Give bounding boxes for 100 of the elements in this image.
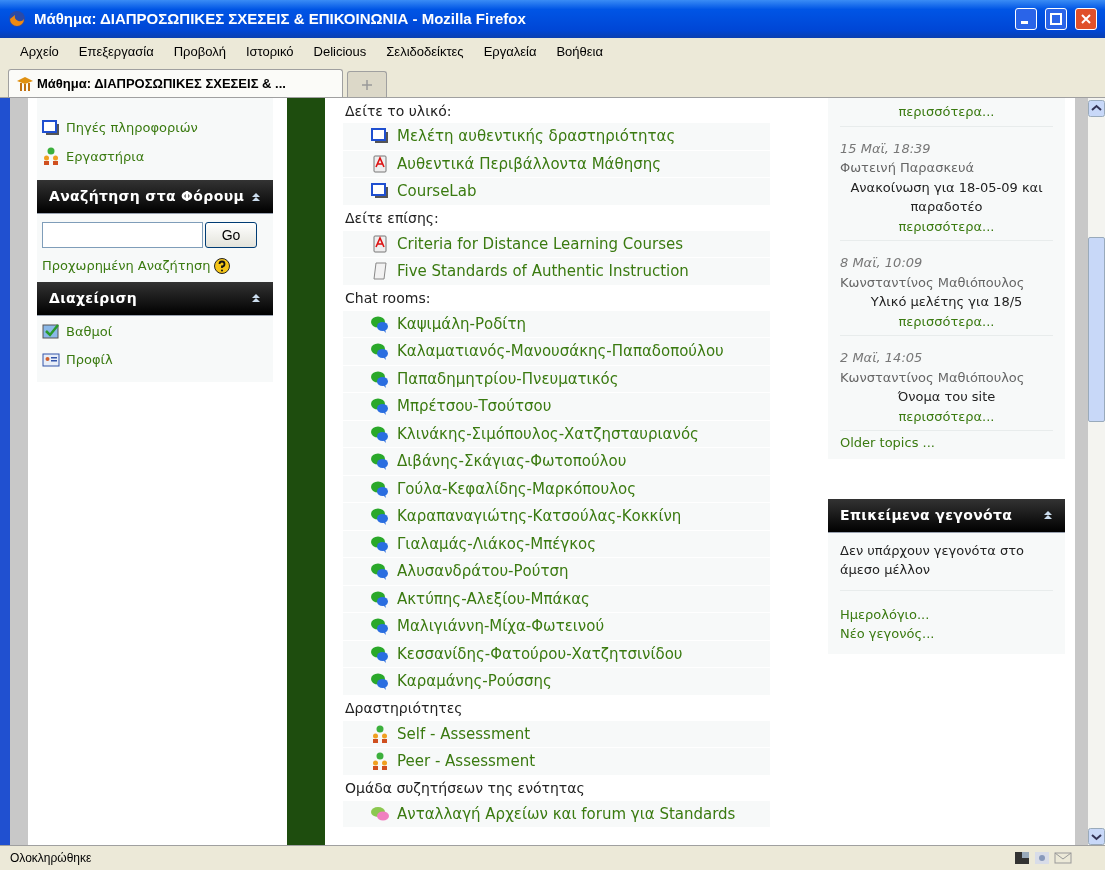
more-link[interactable]: περισσότερα... [898, 311, 995, 331]
menu-item[interactable]: Αρχείο [20, 42, 59, 62]
post-date: 8 Μαϊ, 10:09 [840, 254, 924, 272]
more-link[interactable]: περισσότερα... [898, 216, 995, 236]
activity-link[interactable]: Μαλιγιάννη-Μίχα-Φωτεινού [397, 615, 605, 638]
activity-link[interactable]: Self - Assessment [397, 722, 531, 745]
activity-link[interactable]: Μπρέτσου-Τσούτσου [397, 395, 552, 418]
people-icon [371, 752, 389, 771]
chat-bubbles-icon [371, 342, 389, 361]
search-field[interactable] [42, 222, 203, 248]
sidebar-link[interactable]: Βαθμοί [66, 321, 113, 341]
window-icon [42, 118, 60, 137]
maximize-button[interactable] [1045, 8, 1067, 30]
block-title: Επικείμενα γεγονότα [840, 505, 1013, 525]
activity-link[interactable]: Μελέτη αυθεντικής δραστηριότητας [397, 125, 676, 148]
activity-link[interactable]: Ανταλλαγή Αρχείων και forum για Standards [397, 802, 736, 825]
chat-bubbles-icon [371, 589, 389, 608]
window-icon [371, 182, 389, 201]
minimize-button[interactable] [1015, 8, 1037, 30]
activity-link[interactable]: Καλαματιανός-Μανουσάκης-Παπαδοπούλου [397, 340, 724, 363]
block-title: Διαχείριση [49, 288, 138, 308]
go-button[interactable]: Go [205, 222, 257, 248]
activity-link[interactable]: Γούλα-Κεφαλίδης-Μαρκόπουλος [397, 477, 637, 500]
activity-link[interactable]: Παπαδημητρίου-Πνευματικός [397, 367, 619, 390]
menu-item[interactable]: Ιστορικό [245, 42, 294, 62]
plus-icon [362, 79, 372, 90]
post-title: Υλικό μελέτης για 18/5 [869, 293, 1024, 311]
events-message: Δεν υπάρχουν γεγονότα στο άμεσο μέλλον [840, 540, 1053, 591]
activity-link[interactable]: Κλινάκης-Σιμόπουλος-Χατζησταυριανός [397, 422, 699, 445]
post-title: Ανακοίνωση για 18-05-09 και παραδοτέο [849, 178, 1044, 216]
pdf-document-icon [371, 154, 389, 173]
minimize-icon [1020, 21, 1028, 24]
activity-link[interactable]: CourseLab [397, 180, 477, 203]
chat-bubbles-icon [371, 452, 389, 471]
post-author: Κωνσταντίνος Μαθιόπουλος [840, 368, 1026, 387]
activity-link[interactable]: Διβάνης-Σκάγιας-Φωτοπούλου [397, 450, 627, 473]
more-link[interactable]: περισσότερα... [898, 406, 995, 426]
activity-link[interactable]: Γιαλαμάς-Λιάκος-Μπέγκος [397, 532, 596, 555]
block-title: Αναζήτηση στα Φόρουμ [49, 187, 245, 206]
post-author: Φωτεινή Παρασκευά [840, 159, 976, 177]
post-title: Όνομα του site [896, 388, 997, 406]
activity-link[interactable]: Καραπαναγιώτης-Κατσούλας-Κοκκίνη [397, 505, 682, 528]
activity-link[interactable]: Five Standards of Authentic Instruction [397, 260, 689, 283]
chat-bubbles-icon [371, 479, 389, 498]
post-date: 15 Μαϊ, 18:39 [840, 139, 932, 158]
collapse-icon [251, 191, 261, 202]
activity-link[interactable]: Αυθεντικά Περιβάλλοντα Μάθησης [397, 152, 661, 175]
scroll-thumb[interactable] [1088, 237, 1105, 422]
id-card-icon [42, 350, 60, 369]
close-icon [1080, 13, 1092, 25]
activity-link[interactable]: Αλυσανδράτου-Ρούτση [397, 560, 569, 583]
more-link[interactable]: περισσότερα... [898, 102, 995, 122]
events-link[interactable]: Νέο γεγονός... [840, 624, 1053, 644]
scrollbar[interactable] [1088, 98, 1105, 845]
people-icon [371, 724, 389, 743]
tab-title: Μάθημα: ΔΙΑΠΡΟΣΩΠΙΚΕΣ ΣΧΕΣΕΙΣ & ... [37, 74, 286, 93]
chat-bubbles-icon [371, 617, 389, 636]
sidebar-link[interactable]: Πηγές πληροφοριών [66, 118, 198, 138]
collapse-icon [1043, 510, 1053, 520]
activity-link[interactable]: Criteria for Distance Learning Courses [397, 232, 684, 255]
close-button[interactable] [1075, 8, 1097, 30]
activity-link[interactable]: Καραμάνης-Ρούσσης [397, 670, 552, 693]
activity-link[interactable]: Καψιμάλη-Ροδίτη [397, 312, 526, 335]
chat-bubbles-icon [371, 562, 389, 581]
menu-item[interactable]: Εργαλεία [483, 42, 537, 62]
maximize-icon [1050, 13, 1062, 25]
status-icons-drawing [1015, 850, 1075, 866]
activity-link[interactable]: Ακτύπης-Αλεξίου-Μπάκας [397, 587, 590, 610]
menu-item[interactable]: Προβολή [173, 42, 226, 62]
scroll-up-icon[interactable] [1088, 100, 1105, 117]
menu-item[interactable]: Σελιδοδείκτες [386, 42, 464, 62]
status-text: Ολοκληρώθηκε [10, 850, 93, 867]
chat-bubbles-icon [371, 672, 389, 691]
collapse-icon [251, 293, 261, 303]
older-topics-link[interactable]: Older topics ... [840, 433, 1053, 453]
advanced-search-link[interactable]: Προχωρημένη Αναζήτηση [42, 256, 211, 276]
checklist-icon [42, 322, 60, 341]
firefox-logo-icon [8, 10, 26, 28]
events-link[interactable]: Ημερολόγιο... [840, 604, 1053, 624]
post-date: 2 Μαϊ, 14:05 [840, 349, 924, 367]
sidebar-link[interactable]: Εργαστήρια [66, 146, 145, 166]
sidebar-link[interactable]: Προφίλ [66, 350, 113, 370]
section-heading: Ομάδα συζητήσεων της ενότητας [344, 779, 586, 798]
window-icon [371, 127, 389, 146]
activity-link[interactable]: Peer - Assessment [397, 750, 536, 773]
chat-bubbles-icon [371, 397, 389, 416]
pdf-document-icon [371, 234, 389, 253]
help-icon[interactable] [214, 257, 231, 274]
section-heading: Δείτε επίσης: [344, 209, 440, 228]
chat-bubbles-icon [371, 507, 389, 526]
activity-link[interactable]: Κεσσανίδης-Φατούρου-Χατζητσινίδου [397, 642, 683, 665]
speech-bubbles-icon [371, 804, 389, 823]
menu-item[interactable]: Βοήθεια [556, 42, 603, 62]
chat-bubbles-icon [371, 369, 389, 388]
browser-tab[interactable]: Μάθημα: ΔΙΑΠΡΟΣΩΠΙΚΕΣ ΣΧΕΣΕΙΣ & ... [8, 69, 343, 97]
menu-item[interactable]: Επεξεργασία [78, 42, 154, 62]
people-icon [42, 147, 60, 166]
chat-bubbles-icon [371, 424, 389, 443]
menu-item[interactable]: Delicious [313, 42, 367, 62]
scroll-down-icon[interactable] [1088, 828, 1105, 845]
